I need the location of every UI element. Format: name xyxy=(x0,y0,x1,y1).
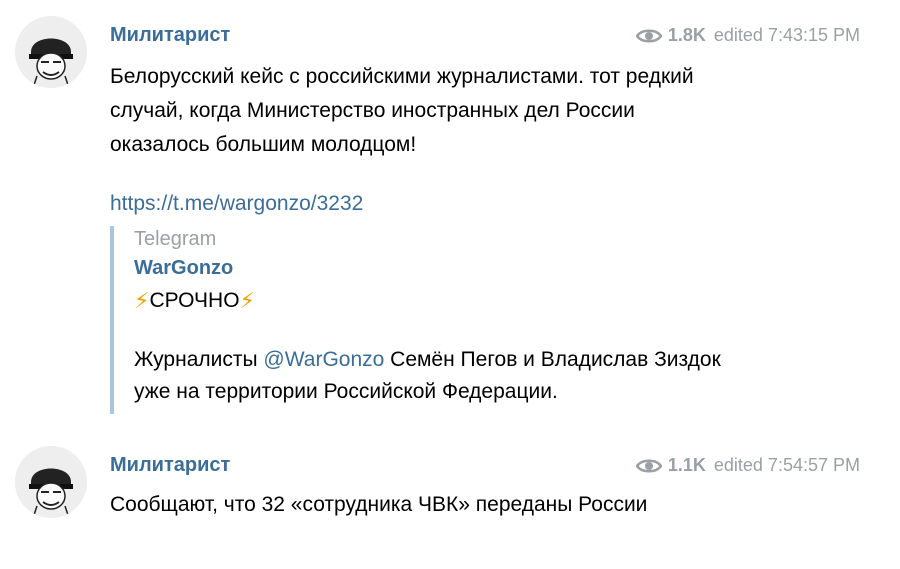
views-value: 1.8K xyxy=(667,25,706,45)
helmet-avatar-icon xyxy=(15,446,87,518)
mention-link[interactable]: @WarGonzo xyxy=(263,348,384,371)
message-text: Белорусский кейс с российскими журналист… xyxy=(110,65,694,156)
preview-site: Telegram xyxy=(134,228,217,250)
author-name[interactable]: Милитарист xyxy=(110,24,230,47)
preview-title[interactable]: WarGonzo xyxy=(134,257,754,280)
message-meta: 1.1K edited 7:54:57 PM xyxy=(635,455,860,476)
link-preview[interactable]: Telegram WarGonzo ⚡ СРОЧНО ⚡ Журналисты … xyxy=(110,226,754,414)
message-meta: 1.8K edited 7:43:15 PM xyxy=(635,25,860,46)
eye-icon xyxy=(635,28,662,44)
edited-time: edited 7:54:57 PM xyxy=(713,455,860,475)
preview-urgent: ⚡ СРОЧНО ⚡ xyxy=(134,288,754,314)
preview-body: Журналисты @WarGonzo Семён Пегов и Влади… xyxy=(134,344,754,408)
author-name[interactable]: Милитарист xyxy=(110,454,230,477)
views-count: 1.8K xyxy=(635,25,706,46)
preview-urgent-text: СРОЧНО xyxy=(149,289,240,312)
views-count: 1.1K xyxy=(635,455,706,476)
edited-time: edited 7:43:15 PM xyxy=(713,25,860,45)
avatar[interactable] xyxy=(15,16,87,88)
message-link[interactable]: https://t.me/wargonzo/3232 xyxy=(110,192,363,216)
message-text: Сообщают, что 32 «сотрудника ЧВК» переда… xyxy=(110,493,648,516)
helmet-avatar-icon xyxy=(15,16,87,88)
preview-body-prefix: Журналисты xyxy=(134,348,264,371)
lightning-icon: ⚡ xyxy=(239,288,255,313)
lightning-icon: ⚡ xyxy=(134,288,150,313)
avatar[interactable] xyxy=(15,446,87,518)
eye-icon xyxy=(635,458,662,474)
views-value: 1.1K xyxy=(667,455,706,475)
message-2: Милитарист 1.1K edited 7:54:57 PM Сообща… xyxy=(0,430,900,569)
message-1: Милитарист 1.8K edited 7:43:15 PM Белору… xyxy=(0,0,900,430)
